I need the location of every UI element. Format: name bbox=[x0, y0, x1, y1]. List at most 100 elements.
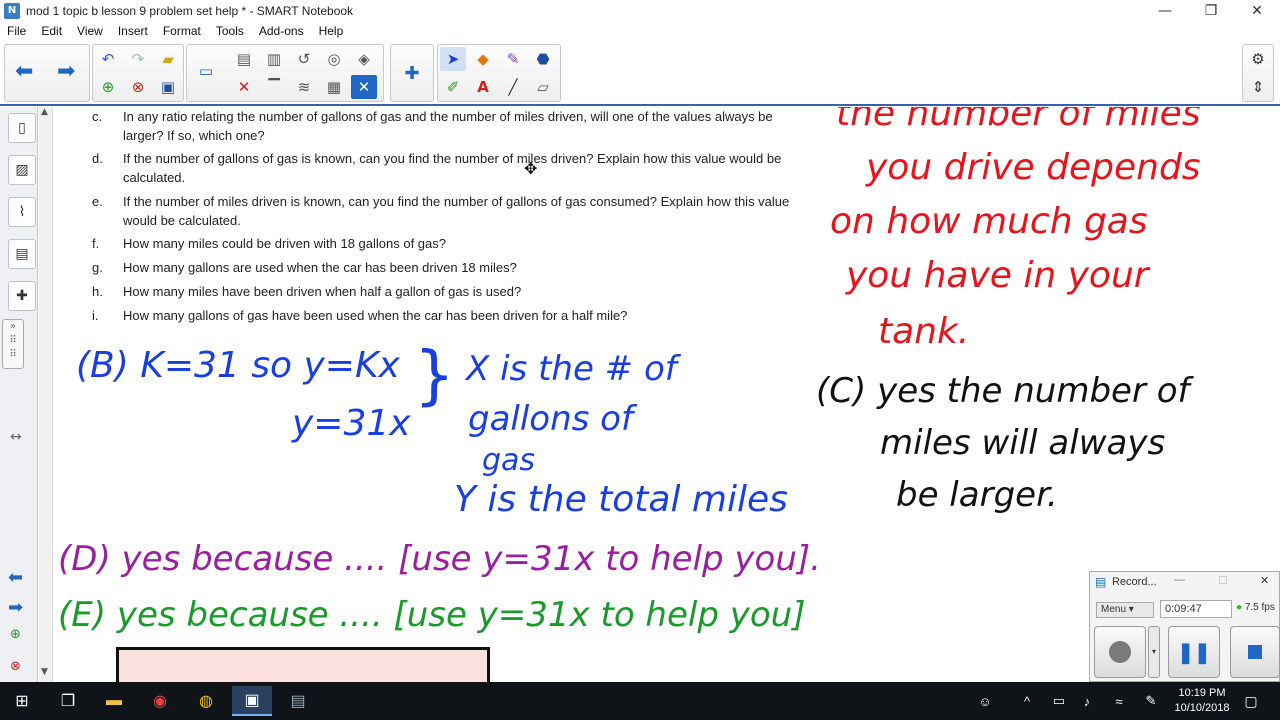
previous-page-icon[interactable]: ⬅ bbox=[15, 59, 33, 84]
file-explorer-icon[interactable]: ▬ bbox=[94, 686, 134, 716]
toolbar-settings-group: ⚙ ⇕ bbox=[1242, 44, 1274, 102]
menu-file[interactable]: File bbox=[0, 24, 34, 38]
table-icon[interactable]: ▦ bbox=[321, 75, 347, 99]
menu-edit[interactable]: Edit bbox=[34, 24, 70, 38]
black-ink-line-2[interactable]: miles will always bbox=[880, 423, 1165, 463]
gear-icon[interactable]: ⚙ bbox=[1245, 47, 1271, 71]
smart-notebook-taskbar-icon[interactable]: ▣ bbox=[232, 686, 272, 716]
notebook-tools-taskbar-icon[interactable]: ▤ bbox=[278, 686, 318, 716]
redo-icon[interactable]: ↷ bbox=[125, 47, 151, 71]
properties-icon[interactable]: ▤ bbox=[8, 239, 36, 269]
black-ink-line-3[interactable]: be larger. bbox=[896, 475, 1058, 515]
add-page-icon[interactable]: ⊕ bbox=[95, 75, 121, 99]
pink-rectangle-shape[interactable] bbox=[116, 647, 490, 682]
menu-format[interactable]: Format bbox=[156, 24, 209, 38]
add-page-side-icon[interactable]: ⊕ bbox=[10, 627, 21, 642]
red-ink-line-1[interactable]: the number of miles bbox=[836, 107, 1201, 134]
recorder-close-icon[interactable]: ✕ bbox=[1260, 574, 1269, 587]
chrome-icon[interactable]: ◍ bbox=[186, 686, 226, 716]
close-icon[interactable]: ✕ bbox=[351, 75, 377, 99]
minimize-button[interactable]: — bbox=[1142, 0, 1188, 22]
lines-icon[interactable]: ╱ bbox=[500, 75, 526, 99]
red-ink-line-3[interactable]: on how much gas bbox=[830, 201, 1148, 242]
battery-icon[interactable]: ▭ bbox=[1046, 686, 1072, 716]
clear-page-icon[interactable]: ↺ bbox=[291, 47, 317, 71]
next-page-icon[interactable]: ➡ bbox=[57, 59, 75, 84]
save-icon[interactable]: ▣ bbox=[155, 75, 181, 99]
blue-ink-note-4[interactable]: Y is the total miles bbox=[454, 479, 788, 520]
system-clock[interactable]: 10:19 PM 10/10/2018 bbox=[1170, 686, 1234, 716]
screen-shade-icon[interactable]: ▔ bbox=[261, 75, 287, 99]
file-group: ↶ ↷ ▰ ⊕ ⊗ ▣ bbox=[92, 44, 184, 102]
recorder-minimize-icon[interactable]: — bbox=[1174, 574, 1185, 586]
page-sorter-icon[interactable]: ▯ bbox=[8, 113, 36, 143]
select-icon[interactable]: ➤ bbox=[440, 47, 466, 71]
windows-start-icon[interactable]: ⊞ bbox=[2, 686, 42, 716]
puzzle-icon[interactable]: ✚ bbox=[399, 61, 425, 85]
magic-pen-icon[interactable]: ✎ bbox=[500, 47, 526, 71]
blue-ink-note-1[interactable]: X is the # of bbox=[466, 349, 677, 389]
red-ink-line-4[interactable]: you have in your bbox=[846, 255, 1149, 296]
record-button[interactable] bbox=[1094, 626, 1146, 678]
prev-page-side-icon[interactable]: ⬅ bbox=[8, 567, 23, 588]
open-folder-icon[interactable]: ▰ bbox=[155, 47, 181, 71]
pen-workspace-icon[interactable]: ✎ bbox=[1138, 686, 1164, 716]
close-button[interactable]: ✕ bbox=[1234, 0, 1280, 22]
record-options-button[interactable]: ▾ bbox=[1148, 626, 1160, 678]
blue-brace-icon: } bbox=[414, 339, 455, 413]
purple-ink-part-d[interactable]: (D) yes because .... [use y=31x to help … bbox=[58, 539, 821, 579]
dual-page-icon[interactable]: ≋ bbox=[291, 75, 317, 99]
menu-tools[interactable]: Tools bbox=[209, 24, 252, 38]
window-title: mod 1 topic b lesson 9 problem set help … bbox=[26, 4, 354, 18]
full-screen-icon[interactable]: ◈ bbox=[351, 47, 377, 71]
addons-tab-icon[interactable]: ✚ bbox=[8, 281, 36, 311]
paste-icon[interactable]: ▤ bbox=[231, 47, 257, 71]
maximize-button[interactable]: ❐ bbox=[1188, 0, 1234, 22]
menu-insert[interactable]: Insert bbox=[111, 24, 156, 38]
recorder-menu-dropdown[interactable]: Menu ▾ bbox=[1096, 602, 1154, 618]
menu-bar: File Edit View Insert Format Tools Add-o… bbox=[0, 22, 1280, 40]
screen-capture-icon[interactable]: ▥ bbox=[261, 47, 287, 71]
menu-help[interactable]: Help bbox=[312, 24, 352, 38]
vertical-scrollbar[interactable]: ▲ ▼ bbox=[39, 107, 53, 682]
undo-icon[interactable]: ↶ bbox=[95, 47, 121, 71]
eraser-icon[interactable]: ▱ bbox=[530, 75, 556, 99]
scroll-up-icon[interactable]: ▲ bbox=[41, 107, 48, 117]
blue-ink-part-b[interactable]: (B) K=31 so y=Kx bbox=[76, 345, 400, 386]
delete-page-icon[interactable]: ⊗ bbox=[125, 75, 151, 99]
next-page-side-icon[interactable]: ➡ bbox=[8, 597, 23, 618]
text-icon[interactable]: A bbox=[470, 75, 496, 99]
recorder-fps: ● 7.5 fps bbox=[1236, 602, 1275, 613]
collapse-panel-icon[interactable]: » ⠿ ⠿ bbox=[2, 319, 24, 369]
menu-view[interactable]: View bbox=[70, 24, 111, 38]
volume-icon[interactable]: ♪ bbox=[1074, 686, 1100, 716]
black-ink-line-1[interactable]: (C) yes the number of bbox=[816, 371, 1190, 411]
red-ink-line-2[interactable]: you drive depends bbox=[866, 147, 1201, 188]
scroll-down-icon[interactable]: ▼ bbox=[41, 667, 48, 677]
wifi-icon[interactable]: ≈ bbox=[1106, 686, 1132, 716]
menu-addons[interactable]: Add-ons bbox=[252, 24, 312, 38]
fill-icon[interactable]: ⬣ bbox=[530, 47, 556, 71]
display-icon[interactable]: ▭ bbox=[193, 59, 219, 83]
notifications-icon[interactable]: ▢ bbox=[1236, 686, 1266, 716]
pens-icon[interactable]: ✐ bbox=[440, 75, 466, 99]
green-ink-part-e[interactable]: (E) yes because .... [use y=31x to help … bbox=[58, 595, 805, 635]
task-view-icon[interactable]: ❐ bbox=[48, 686, 88, 716]
blue-ink-note-2[interactable]: gallons of bbox=[468, 399, 633, 439]
gallery-icon[interactable]: ▨ bbox=[8, 155, 36, 185]
pause-button[interactable]: ❚❚ bbox=[1168, 626, 1220, 678]
recorder-taskbar-icon[interactable]: ◉ bbox=[140, 686, 180, 716]
show-hidden-icons-icon[interactable]: ^ bbox=[1014, 686, 1040, 716]
move-toolbar-icon[interactable]: ⇕ bbox=[1245, 75, 1271, 99]
red-ink-line-5[interactable]: tank. bbox=[878, 311, 969, 352]
blue-ink-note-3[interactable]: gas bbox=[482, 443, 535, 478]
reset-page-icon[interactable]: ◎ bbox=[321, 47, 347, 71]
delete-icon[interactable]: ✕ bbox=[231, 75, 257, 99]
delete-page-side-icon[interactable]: ⊗ bbox=[10, 659, 21, 674]
blue-ink-equation[interactable]: y=31x bbox=[292, 403, 411, 444]
attachments-icon[interactable]: ⌇ bbox=[8, 197, 36, 227]
resize-handle-icon[interactable]: ↔ bbox=[10, 429, 22, 445]
stop-button[interactable] bbox=[1230, 626, 1280, 678]
shapes-icon[interactable]: ◆ bbox=[470, 47, 496, 71]
people-icon[interactable]: ☺ bbox=[970, 686, 1000, 716]
